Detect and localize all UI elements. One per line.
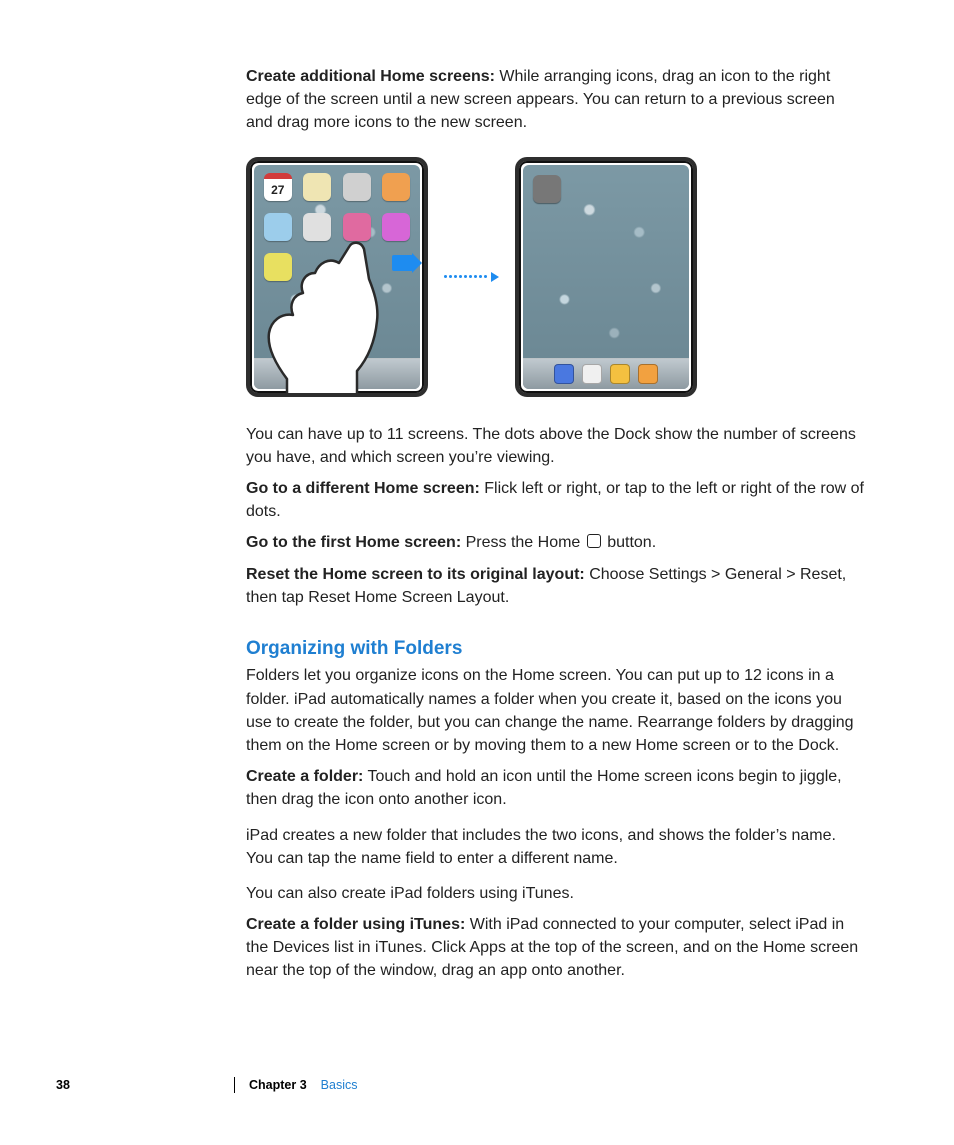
dock-app-icon: [610, 364, 630, 384]
body-text: Create additional Home screens: While ar…: [246, 65, 864, 135]
para-go-different: Go to a different Home screen: Flick lef…: [246, 477, 864, 523]
dock-app-icon: [638, 364, 658, 384]
figure-drag-screens: 27: [246, 157, 864, 397]
app-icon: [382, 213, 410, 241]
app-icon: [303, 213, 331, 241]
app-icon: [264, 253, 292, 281]
text-go-first-a: Press the Home: [461, 534, 585, 551]
bold-create-folder: Create a folder:: [246, 768, 363, 785]
section-heading-organizing: Organizing with Folders: [246, 635, 864, 663]
ipad-left-icon-grid: 27: [260, 173, 414, 289]
drag-arrow-icon: [392, 255, 414, 271]
para-11-screens: You can have up to 11 screens. The dots …: [246, 423, 864, 469]
para-create-folder: Create a folder: Touch and hold an icon …: [246, 765, 864, 811]
page-footer: 38 Chapter 3 Basics: [56, 1077, 864, 1093]
app-icon: [343, 173, 371, 201]
app-icon: 27: [264, 173, 292, 201]
para-reset: Reset the Home screen to its original la…: [246, 563, 864, 609]
ipad-left-dock: [254, 358, 420, 389]
app-icon: [264, 213, 292, 241]
footer-chapter: Chapter 3: [249, 1078, 307, 1092]
app-icon: [303, 173, 331, 201]
dock-app-icon: [327, 364, 347, 384]
bold-create-additional: Create additional Home screens:: [246, 68, 495, 85]
app-icon: [382, 173, 410, 201]
app-icon: [343, 213, 371, 241]
body-text: You can have up to 11 screens. The dots …: [246, 423, 864, 983]
para-create-additional: Create additional Home screens: While ar…: [246, 65, 864, 135]
page: Create additional Home screens: While ar…: [0, 0, 954, 1145]
text-go-first-b: button.: [603, 534, 656, 551]
dock-app-icon: [554, 364, 574, 384]
home-icon: [587, 534, 601, 548]
ipad-right-dock: [523, 358, 689, 389]
ipad-right: [515, 157, 697, 397]
page-number: 38: [56, 1078, 234, 1092]
dock-app-icon: [582, 364, 602, 384]
app-icon: [533, 175, 561, 203]
para-folders-itunes: You can also create iPad folders using i…: [246, 882, 864, 905]
bold-create-folder-itunes: Create a folder using iTunes:: [246, 916, 465, 933]
dotted-arrow-icon: [444, 271, 499, 283]
para-go-first: Go to the first Home screen: Press the H…: [246, 531, 864, 554]
bold-reset: Reset the Home screen to its original la…: [246, 566, 585, 583]
bold-go-different: Go to a different Home screen:: [246, 480, 480, 497]
footer-title: Basics: [321, 1078, 358, 1092]
bold-go-first: Go to the first Home screen:: [246, 534, 461, 551]
footer-separator: [234, 1077, 235, 1093]
ipad-left: 27: [246, 157, 428, 397]
para-folder-created: iPad creates a new folder that includes …: [246, 824, 864, 870]
para-folders-intro: Folders let you organize icons on the Ho…: [246, 664, 864, 757]
para-create-folder-itunes: Create a folder using iTunes: With iPad …: [246, 913, 864, 983]
